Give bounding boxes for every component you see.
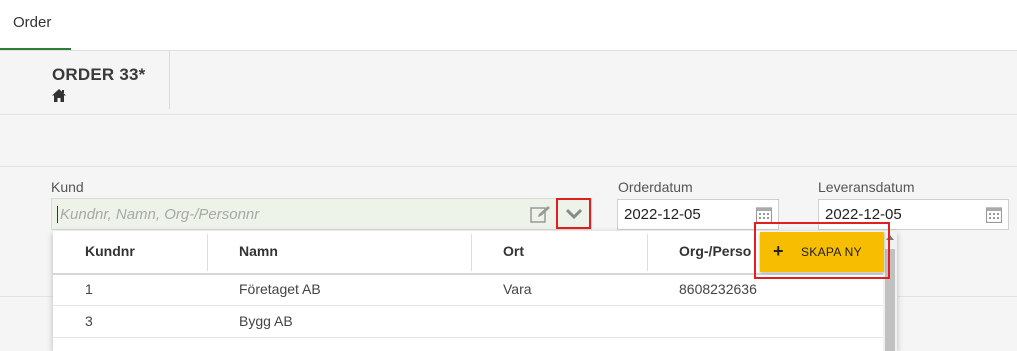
tab-order-label: Order	[13, 14, 52, 31]
kund-dropdown-toggle[interactable]	[556, 198, 591, 229]
column-header-namn[interactable]: Namn	[239, 243, 278, 259]
create-new-button[interactable]: + SKAPA NY	[760, 232, 884, 272]
table-row[interactable]: 3 Bygg AB	[53, 306, 883, 338]
cell-ort: Vara	[503, 281, 532, 297]
orderdatum-value: 2022-12-05	[624, 206, 701, 223]
toolbar-band	[0, 115, 1017, 167]
kund-label: Kund	[51, 179, 84, 195]
plus-icon: +	[773, 241, 784, 261]
cell-kundnr: 1	[85, 281, 93, 297]
kund-placeholder: Kundnr, Namn, Org-/Personnr	[60, 206, 260, 223]
cell-kundnr: 3	[85, 313, 93, 329]
cell-org: 8608232636	[679, 281, 757, 297]
tab-order[interactable]: Order	[0, 0, 71, 50]
orderdatum-label: Orderdatum	[618, 179, 693, 195]
page-header: ORDER 33*	[0, 51, 1017, 115]
page-title: ORDER 33*	[52, 65, 146, 84]
cell-namn: Bygg AB	[239, 313, 293, 329]
leveransdatum-label: Leveransdatum	[818, 179, 915, 195]
tab-bar: Order	[0, 0, 1017, 51]
kund-search-input[interactable]: Kundnr, Namn, Org-/Personnr	[51, 198, 592, 230]
home-icon[interactable]	[52, 89, 66, 102]
calendar-icon[interactable]	[756, 206, 772, 223]
text-caret	[57, 206, 58, 223]
column-separator	[647, 234, 648, 271]
calendar-icon[interactable]	[986, 206, 1002, 223]
chevron-down-icon	[566, 208, 582, 219]
column-separator	[471, 234, 472, 271]
create-new-label: SKAPA NY	[801, 245, 862, 259]
leveransdatum-value: 2022-12-05	[825, 206, 902, 223]
column-separator	[207, 234, 208, 271]
column-header-kundnr[interactable]: Kundnr	[85, 243, 135, 259]
edit-icon[interactable]	[530, 205, 552, 223]
column-header-org[interactable]: Org-/Perso	[679, 243, 751, 259]
column-header-ort[interactable]: Ort	[503, 243, 524, 259]
header-divider	[169, 51, 170, 109]
cell-namn: Företaget AB	[239, 281, 321, 297]
